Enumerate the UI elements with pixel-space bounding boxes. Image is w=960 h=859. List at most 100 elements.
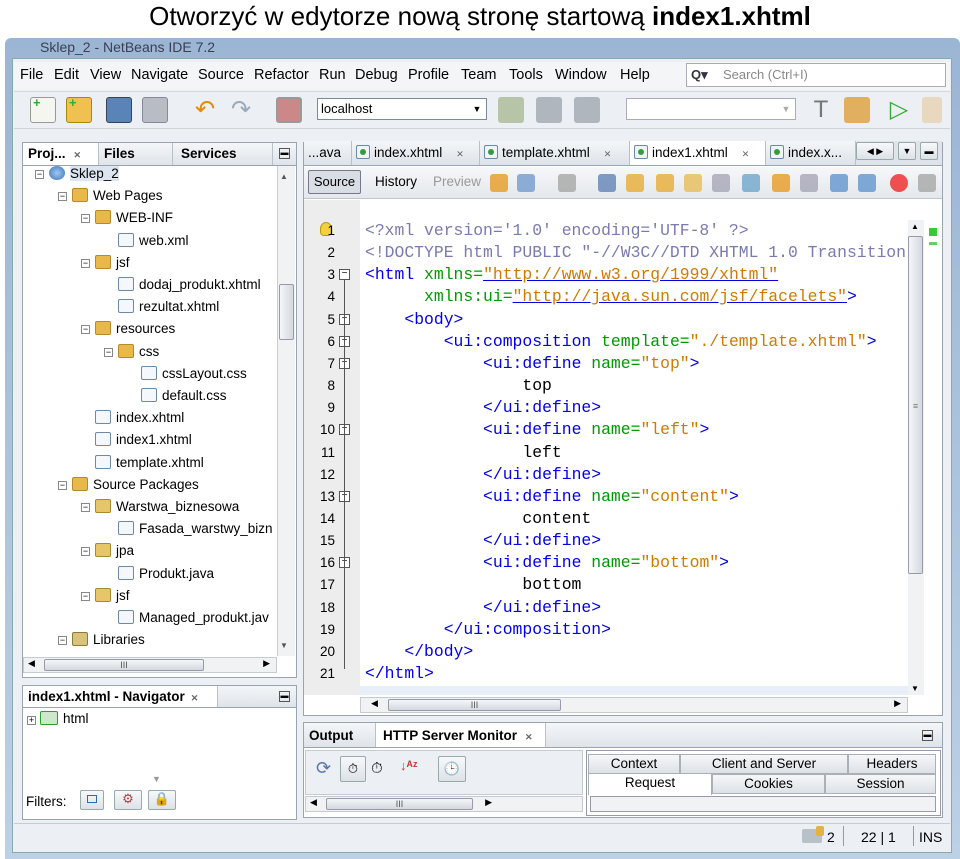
open-project-icon[interactable]: [106, 97, 132, 123]
collapse-icon[interactable]: −: [81, 258, 90, 268]
tab-cookies[interactable]: Cookies: [712, 774, 825, 794]
editor-hscroll[interactable]: ◀ III ▶: [360, 697, 908, 713]
toggle-rect-select-icon[interactable]: [712, 174, 730, 192]
expand-icon[interactable]: +: [27, 716, 36, 725]
view-history-button[interactable]: History: [375, 174, 417, 189]
run-icon[interactable]: ▷: [886, 97, 912, 123]
collapse-icon[interactable]: −: [81, 503, 90, 512]
fold-collapse-icon[interactable]: −: [339, 269, 350, 281]
scroll-thumb[interactable]: III: [44, 659, 204, 671]
tree-item[interactable]: rezultat.xhtml: [118, 297, 219, 317]
tab-navigator[interactable]: index1.xhtml - Navigator ✕: [23, 686, 218, 707]
tree-item[interactable]: jpa: [95, 541, 134, 561]
monitor-icon[interactable]: [276, 97, 302, 123]
forward-icon[interactable]: [558, 174, 576, 192]
tree-item[interactable]: Web Pages: [72, 186, 163, 206]
last-edit-icon[interactable]: [490, 174, 508, 192]
menu-run[interactable]: Run: [319, 67, 346, 83]
menu-team[interactable]: Team: [461, 67, 496, 83]
monitor-hscroll[interactable]: ◀ III ▶: [305, 796, 583, 812]
collapse-icon[interactable]: −: [58, 480, 67, 490]
tab-services[interactable]: Services: [173, 143, 273, 165]
start-macro-icon[interactable]: [890, 174, 908, 192]
find-previous-icon[interactable]: [626, 174, 644, 192]
stop-macro-icon[interactable]: [918, 174, 936, 192]
tab-client-and-server[interactable]: Client and Server: [680, 754, 848, 774]
tab-list-button[interactable]: ▼: [898, 142, 916, 160]
tab-projects[interactable]: Proj... ✕: [23, 143, 99, 165]
close-icon[interactable]: ✕: [525, 732, 533, 742]
tree-item[interactable]: default.css: [141, 386, 227, 406]
next-bookmark-icon[interactable]: [772, 174, 790, 192]
tree-item[interactable]: Warstwa_biznesowa: [95, 497, 239, 517]
collapse-icon[interactable]: −: [81, 591, 90, 601]
collapse-icon[interactable]: −: [81, 547, 90, 557]
collapse-icon[interactable]: −: [58, 192, 67, 202]
tree-item[interactable]: index1.xhtml: [95, 430, 192, 450]
new-project-icon[interactable]: +: [66, 95, 92, 123]
close-icon[interactable]: ✕: [456, 149, 464, 159]
tab-http-server-monitor[interactable]: HTTP Server Monitor ✕: [376, 723, 546, 747]
toggle-bookmark-icon[interactable]: [800, 174, 818, 192]
filter-private-button[interactable]: 🔒: [148, 790, 176, 810]
server-icon[interactable]: [536, 97, 562, 123]
tree-item[interactable]: css: [118, 342, 159, 362]
menu-profile[interactable]: Profile: [408, 67, 449, 83]
tree-item[interactable]: Fasada_warstwy_bizn: [118, 519, 273, 539]
tasks-lock-icon[interactable]: [802, 826, 824, 843]
menu-help[interactable]: Help: [620, 67, 650, 83]
menu-view[interactable]: View: [90, 67, 121, 83]
tree-item[interactable]: Managed_produkt.jav: [118, 608, 269, 628]
maximize-button[interactable]: ▬: [920, 142, 938, 160]
collapse-icon[interactable]: −: [35, 170, 44, 179]
tree-item[interactable]: WEB-INF: [95, 208, 173, 228]
editor-tab[interactable]: ...ava: [304, 141, 352, 165]
find-icon[interactable]: [598, 174, 616, 192]
editor-tab[interactable]: index.x...: [766, 141, 856, 165]
tree-item[interactable]: Source Packages: [72, 475, 199, 495]
tree-item[interactable]: resources: [95, 319, 175, 339]
debug-icon[interactable]: [922, 97, 942, 123]
editor-vscroll[interactable]: ▲ ≡ ▼: [908, 220, 924, 695]
tab-files[interactable]: Files: [99, 143, 173, 165]
menu-tools[interactable]: Tools: [509, 67, 543, 83]
close-icon[interactable]: ✕: [191, 693, 199, 703]
tab-context[interactable]: Context: [588, 754, 680, 774]
new-file-icon[interactable]: +: [30, 95, 56, 123]
config-combo[interactable]: ▼: [626, 98, 796, 120]
find-next-icon[interactable]: [656, 174, 674, 192]
tab-request[interactable]: Request: [588, 773, 712, 795]
editor-tab[interactable]: template.xhtml ✕: [480, 141, 630, 165]
filter-fields-button[interactable]: [80, 790, 104, 810]
shift-right-icon[interactable]: [858, 174, 876, 192]
tree-item[interactable]: index.xhtml: [95, 408, 184, 428]
minimize-icon[interactable]: ▬: [279, 148, 290, 159]
previous-bookmark-icon[interactable]: [742, 174, 760, 192]
shift-left-icon[interactable]: [830, 174, 848, 192]
tree-item[interactable]: web.xml: [118, 231, 189, 251]
search-input[interactable]: Q▾ Search (Ctrl+I): [686, 63, 946, 87]
server-remove-icon[interactable]: [574, 97, 600, 123]
tab-session[interactable]: Session: [825, 774, 936, 794]
timestamp-toggle-button[interactable]: 🕒: [438, 756, 466, 782]
tree-item[interactable]: template.xhtml: [95, 453, 204, 473]
menu-refactor[interactable]: Refactor: [254, 67, 309, 83]
view-preview-button[interactable]: Preview: [433, 174, 481, 189]
clean-build-icon[interactable]: [844, 97, 870, 123]
menu-navigate[interactable]: Navigate: [131, 67, 188, 83]
tree-vscroll[interactable]: ▲ ▼: [277, 166, 295, 656]
minimize-icon[interactable]: ▬: [922, 730, 933, 741]
menu-window[interactable]: Window: [555, 67, 607, 83]
menu-file[interactable]: File: [20, 67, 43, 83]
save-all-icon[interactable]: [142, 97, 168, 123]
filter-inherited-button[interactable]: ⚙: [114, 790, 142, 810]
build-hammer-icon[interactable]: T: [808, 97, 834, 123]
tree-item[interactable]: cssLayout.css: [141, 364, 247, 384]
tab-scroll-button[interactable]: ◀ ▶: [856, 142, 894, 160]
tab-headers[interactable]: Headers: [848, 754, 936, 774]
scroll-thumb[interactable]: III: [388, 699, 561, 711]
close-icon[interactable]: ✕: [604, 149, 612, 159]
view-source-button[interactable]: Source: [308, 170, 361, 194]
close-icon[interactable]: ✕: [742, 149, 750, 159]
back-icon[interactable]: [517, 174, 535, 192]
